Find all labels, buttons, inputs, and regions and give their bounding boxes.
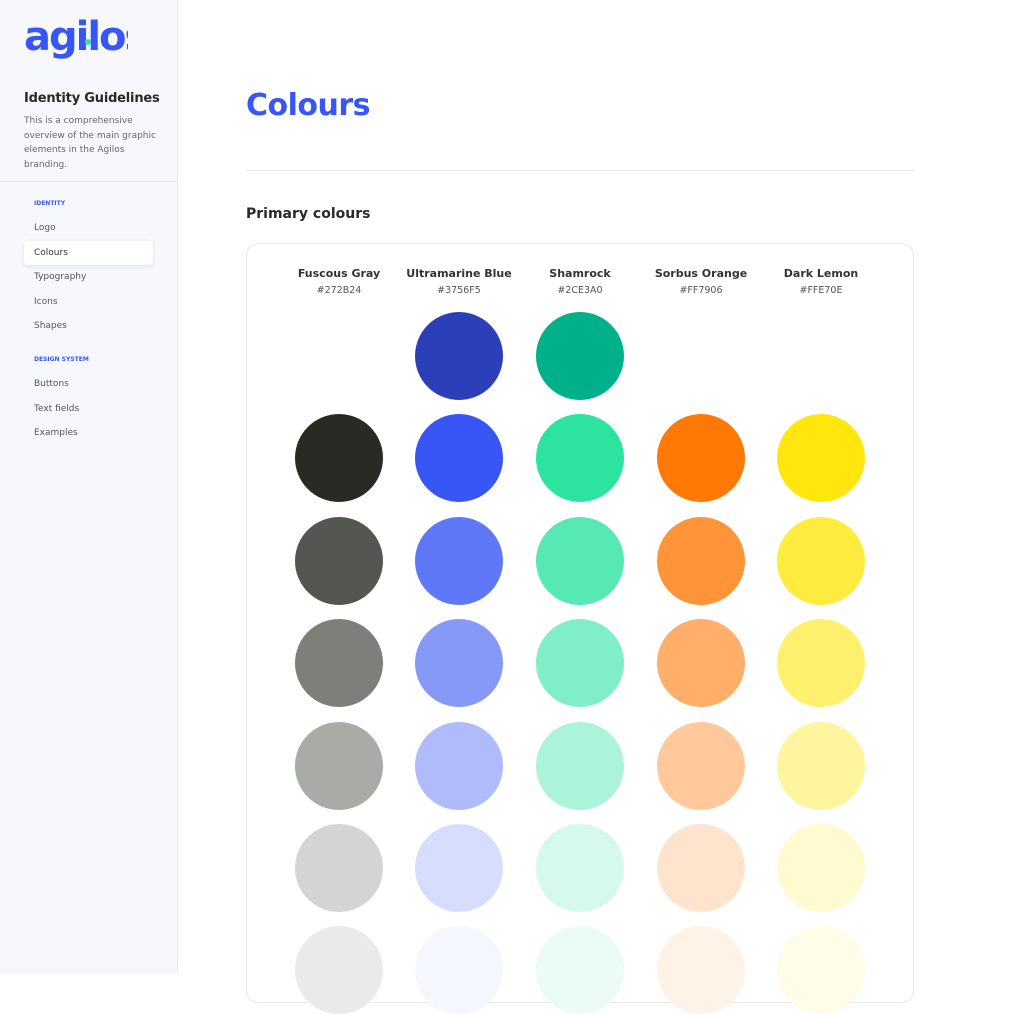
colour-hex: #FFE70E	[799, 285, 843, 296]
colour-swatch[interactable]	[536, 721, 624, 810]
colour-name: Sorbus Orange	[654, 267, 748, 280]
colour-swatch[interactable]	[777, 721, 865, 810]
colour-swatch[interactable]	[657, 516, 745, 605]
colour-swatch[interactable]	[536, 312, 624, 400]
colour-name: Ultramarine Blue	[406, 267, 512, 280]
sidebar-item-buttons[interactable]: Buttons	[24, 372, 153, 396]
colour-swatch[interactable]	[777, 824, 865, 912]
colour-column-header: Ultramarine Blue #3756F5	[399, 267, 519, 296]
colour-swatch[interactable]	[657, 926, 745, 1014]
nav-section-label: DESIGN SYSTEM	[34, 356, 89, 363]
divider	[0, 181, 178, 182]
nav-section-label: IDENTITY	[34, 200, 66, 207]
colour-swatch[interactable]	[295, 926, 383, 1014]
colour-swatch[interactable]	[777, 926, 865, 1014]
colour-swatch[interactable]	[415, 312, 503, 400]
sidebar-item-logo[interactable]: Logo	[24, 216, 153, 240]
colour-name: Dark Lemon	[783, 267, 859, 280]
colour-swatch[interactable]	[415, 721, 503, 810]
colour-hex: #272B24	[316, 285, 362, 296]
colour-swatch[interactable]	[295, 721, 383, 810]
colour-swatch[interactable]	[295, 619, 383, 708]
svg-text:agilos: agilos	[24, 18, 128, 60]
sidebar-item-icons[interactable]: Icons	[24, 290, 153, 314]
colour-swatch[interactable]	[415, 516, 503, 605]
colour-name: Fuscous Gray	[297, 267, 381, 280]
colour-swatch[interactable]	[536, 824, 624, 912]
colour-swatch[interactable]	[536, 516, 624, 605]
colour-hex: #3756F5	[437, 285, 481, 296]
colour-swatch[interactable]	[295, 824, 383, 912]
colour-column-header: Sorbus Orange #FF7906	[641, 267, 761, 296]
colour-swatch[interactable]	[295, 516, 383, 605]
colour-swatch[interactable]	[657, 824, 745, 912]
divider	[246, 170, 914, 171]
colour-swatch[interactable]	[295, 414, 383, 503]
colour-swatch[interactable]	[657, 619, 745, 708]
sidebar-item-colours[interactable]: Colours	[24, 240, 153, 265]
colour-name: Shamrock	[549, 267, 611, 280]
colour-swatch[interactable]	[536, 414, 624, 503]
colour-column-header: Shamrock #2CE3A0	[520, 267, 640, 296]
colour-swatch[interactable]	[657, 414, 745, 503]
colour-swatch[interactable]	[536, 926, 624, 1014]
section-title: Primary colours	[246, 206, 371, 222]
sidebar: agilos Identity Guidelines This is a com…	[0, 0, 178, 974]
colour-swatch[interactable]	[415, 824, 503, 912]
sidebar-item-typography[interactable]: Typography	[24, 265, 153, 289]
colour-column-header: Dark Lemon #FFE70E	[761, 267, 881, 296]
sidebar-item-shapes[interactable]: Shapes	[24, 314, 153, 338]
colour-swatch[interactable]	[415, 619, 503, 708]
sidebar-item-examples[interactable]: Examples	[24, 421, 153, 445]
colour-swatch[interactable]	[777, 414, 865, 503]
colour-hex: #2CE3A0	[557, 285, 603, 296]
colour-swatch[interactable]	[657, 721, 745, 810]
colour-swatch[interactable]	[415, 926, 503, 1014]
colour-swatch[interactable]	[536, 619, 624, 708]
page-title: Colours	[246, 88, 371, 123]
sidebar-item-text-fields[interactable]: Text fields	[24, 397, 153, 421]
colour-swatch[interactable]	[777, 619, 865, 708]
colour-swatch[interactable]	[415, 414, 503, 503]
colour-swatch[interactable]	[777, 516, 865, 605]
colour-column-header: Fuscous Gray #272B24	[279, 267, 399, 296]
sidebar-title: Identity Guidelines	[24, 91, 160, 106]
colour-hex: #FF7906	[679, 285, 723, 296]
sidebar-description: This is a comprehensive overview of the …	[24, 116, 156, 170]
agilos-logo[interactable]: agilos	[24, 18, 128, 68]
